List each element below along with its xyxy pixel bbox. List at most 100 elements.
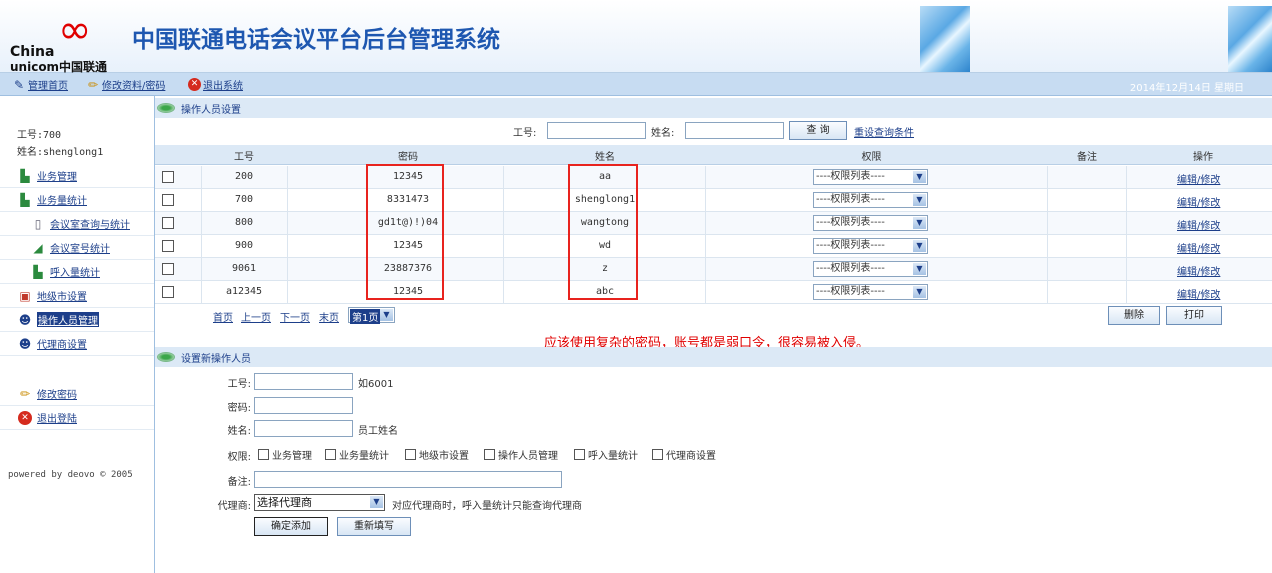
new-password-label: 密码: (227, 403, 251, 414)
home-link-label[interactable]: 管理首页 (28, 77, 68, 92)
query-button[interactable]: 查 询 (789, 121, 847, 140)
logout-link[interactable]: ✕ 退出系统 (188, 77, 243, 92)
sidebar-item-label[interactable]: 业务管理 (37, 168, 77, 183)
perm-checkbox-operator[interactable]: 操作人员管理 (484, 447, 558, 462)
edit-profile-link-label[interactable]: 修改资料/密码 (102, 77, 165, 92)
name-search-input[interactable] (685, 122, 784, 139)
emp-id-search-input[interactable] (547, 122, 646, 139)
chevron-down-icon: ▼ (913, 217, 926, 229)
row-checkbox[interactable] (162, 240, 174, 252)
sidebar-item-label[interactable]: 代理商设置 (37, 336, 87, 351)
permission-dropdown[interactable]: ----权限列表---- ▼ (813, 261, 928, 277)
unicom-knot-icon: ∞ (58, 7, 92, 53)
sidebar-item-business[interactable]: ▙ 业务管理 (0, 164, 154, 188)
perm-checkbox-business[interactable]: 业务管理 (258, 447, 312, 462)
page-select[interactable]: 第1页 ▼ (348, 307, 395, 324)
chevron-down-icon: ▼ (913, 263, 926, 275)
top-toolbar: ✎ 管理首页 ✏ 修改资料/密码 ✕ 退出系统 2014年12月14日 星期日 (0, 73, 1272, 96)
permission-dropdown[interactable]: ----权限列表---- ▼ (813, 169, 928, 185)
sidebar-item-label[interactable]: 会议室号统计 (50, 240, 110, 255)
sidebar-item-label[interactable]: 会议室查询与统计 (50, 216, 130, 231)
column-divider (287, 166, 288, 304)
sidebar-item-volume-stats[interactable]: ▙ 业务量统计 (0, 188, 154, 212)
agent-select[interactable]: 选择代理商 ▼ (254, 494, 385, 511)
new-note-input[interactable] (254, 471, 562, 488)
edit-link[interactable]: 编辑/修改 (1177, 217, 1220, 232)
sidebar-item-label[interactable]: 业务量统计 (37, 192, 87, 207)
next-page-link[interactable]: 下一页 (280, 309, 310, 324)
chevron-down-icon: ▼ (913, 286, 926, 298)
permission-dropdown[interactable]: ----权限列表---- ▼ (813, 192, 928, 208)
checkbox[interactable] (484, 449, 495, 460)
edit-link[interactable]: 编辑/修改 (1177, 194, 1220, 209)
new-emp-id-label: 工号: (227, 379, 251, 390)
sidebar-item-label[interactable]: 呼入量统计 (50, 264, 100, 279)
perm-checkbox-volume[interactable]: 业务量统计 (325, 447, 389, 462)
edit-link[interactable]: 编辑/修改 (1177, 240, 1220, 255)
new-password-input[interactable] (254, 397, 353, 414)
delete-button[interactable]: 删除 (1108, 306, 1160, 325)
permission-dropdown-value: ----权限列表---- (816, 171, 885, 182)
row-checkbox[interactable] (162, 263, 174, 275)
permission-dropdown[interactable]: ----权限列表---- ▼ (813, 215, 928, 231)
current-date: 2014年12月14日 星期日 (1129, 83, 1244, 94)
row-checkbox[interactable] (162, 286, 174, 298)
name-highlight-box (568, 164, 638, 300)
sidebar-item-label[interactable]: 操作人员管理 (37, 312, 99, 327)
cell-emp-id: 800 (234, 217, 254, 228)
name-label: 姓名: (651, 128, 675, 139)
edit-link[interactable]: 编辑/修改 (1177, 171, 1220, 186)
chevron-down-icon: ▼ (913, 171, 926, 183)
sidebar-item-inbound-stats[interactable]: ▙ 呼入量统计 (0, 260, 154, 284)
permission-dropdown[interactable]: ----权限列表---- ▼ (813, 284, 928, 300)
edit-link[interactable]: 编辑/修改 (1177, 286, 1220, 301)
edit-profile-link[interactable]: ✏ 修改资料/密码 (86, 77, 165, 93)
sidebar-item-change-password[interactable]: ✏ 修改密码 (0, 382, 154, 406)
row-checkbox[interactable] (162, 171, 174, 183)
last-page-link[interactable]: 末页 (319, 309, 339, 324)
checkbox-label: 操作人员管理 (498, 451, 558, 462)
row-checkbox[interactable] (162, 194, 174, 206)
permission-dropdown[interactable]: ----权限列表---- ▼ (813, 238, 928, 254)
home-link[interactable]: ✎ 管理首页 (12, 77, 68, 93)
checkbox-label: 呼入量统计 (588, 451, 638, 462)
refill-button[interactable]: 重新填写 (337, 517, 411, 536)
cell-emp-id: 700 (234, 194, 254, 205)
reset-query-link[interactable]: 重设查询条件 (854, 124, 914, 139)
sidebar-item-meeting-number-stats[interactable]: ◢ 会议室号统计 (0, 236, 154, 260)
print-button[interactable]: 打印 (1166, 306, 1222, 325)
sidebar-item-meeting-query[interactable]: ▯ 会议室查询与统计 (0, 212, 154, 236)
checkbox[interactable] (325, 449, 336, 460)
sidebar-item-operator-management[interactable]: ☻ 操作人员管理 (0, 308, 154, 332)
prev-page-link[interactable]: 上一页 (241, 309, 271, 324)
perm-checkbox-agent[interactable]: 代理商设置 (652, 447, 716, 462)
sidebar-item-logout[interactable]: ✕ 退出登陆 (0, 406, 154, 430)
close-icon: ✕ (188, 78, 201, 91)
row-checkbox[interactable] (162, 217, 174, 229)
chevron-down-icon: ▼ (913, 194, 926, 206)
perm-checkbox-city[interactable]: 地级市设置 (405, 447, 469, 462)
sidebar-item-label[interactable]: 地级市设置 (37, 288, 87, 303)
checkbox[interactable] (574, 449, 585, 460)
new-emp-id-input[interactable] (254, 373, 353, 390)
column-header-name: 姓名 (595, 152, 615, 163)
sidebar-item-label[interactable]: 退出登陆 (37, 410, 77, 425)
header-banner: ∞ China unicom中国联通 中国联通电话会议平台后台管理系统 (0, 0, 1272, 74)
decorative-banner-image (1228, 6, 1272, 72)
new-name-input[interactable] (254, 420, 353, 437)
logout-link-label[interactable]: 退出系统 (203, 77, 243, 92)
perm-checkbox-inbound[interactable]: 呼入量统计 (574, 447, 638, 462)
checkbox[interactable] (405, 449, 416, 460)
checkbox[interactable] (258, 449, 269, 460)
checkbox-label: 代理商设置 (666, 451, 716, 462)
table-row: 700 8331473 shenglong1 ----权限列表---- ▼ 编辑/… (155, 189, 1272, 212)
edit-link[interactable]: 编辑/修改 (1177, 263, 1220, 278)
sidebar-item-label[interactable]: 修改密码 (37, 386, 77, 401)
section-title: 操作人员设置 (181, 104, 241, 116)
sidebar-item-agent-settings[interactable]: ☻ 代理商设置 (0, 332, 154, 356)
checkbox[interactable] (652, 449, 663, 460)
sidebar-item-city-settings[interactable]: ▣ 地级市设置 (0, 284, 154, 308)
permission-dropdown-value: ----权限列表---- (816, 263, 885, 274)
first-page-link[interactable]: 首页 (213, 309, 233, 324)
confirm-add-button[interactable]: 确定添加 (254, 517, 328, 536)
